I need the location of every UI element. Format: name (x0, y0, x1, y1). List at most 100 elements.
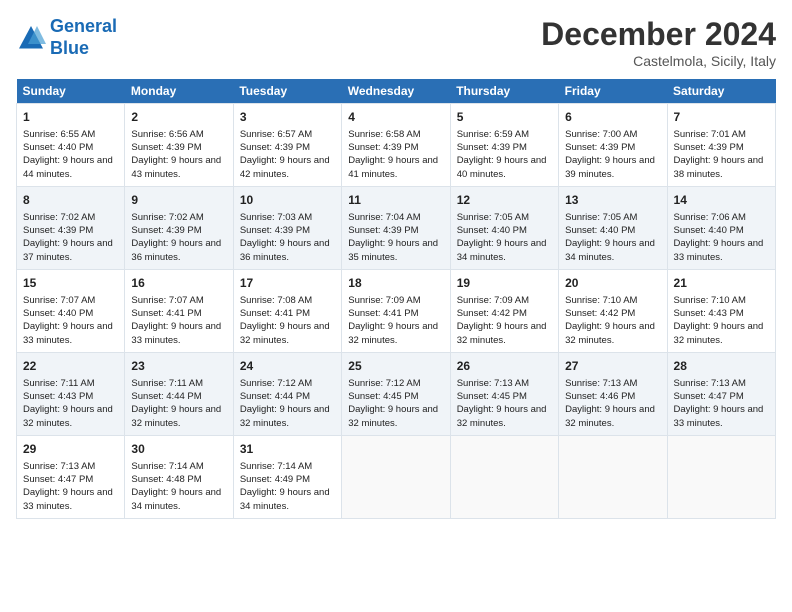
daylight-text: Daylight: 9 hours and 44 minutes. (23, 155, 113, 179)
calendar-cell: 26Sunrise: 7:13 AMSunset: 4:45 PMDayligh… (450, 352, 558, 435)
sunrise-text: Sunrise: 7:05 AM (457, 212, 529, 223)
daylight-text: Daylight: 9 hours and 32 minutes. (240, 321, 330, 345)
sunset-text: Sunset: 4:39 PM (23, 225, 93, 236)
calendar-cell (667, 435, 775, 518)
sunrise-text: Sunrise: 7:06 AM (674, 212, 746, 223)
sunset-text: Sunset: 4:45 PM (348, 391, 418, 402)
calendar-cell: 22Sunrise: 7:11 AMSunset: 4:43 PMDayligh… (17, 352, 125, 435)
daylight-text: Daylight: 9 hours and 40 minutes. (457, 155, 547, 179)
week-row-2: 8 Sunrise: 7:02 AM Sunset: 4:39 PM Daylight… (17, 186, 776, 269)
week-row-3: 15Sunrise: 7:07 AMSunset: 4:40 PMDayligh… (17, 269, 776, 352)
sunset-text: Sunset: 4:40 PM (23, 142, 93, 153)
sunrise-text: Sunrise: 7:10 AM (565, 295, 637, 306)
daylight-text: Daylight: 9 hours and 32 minutes. (565, 404, 655, 428)
sunrise-text: Sunrise: 7:02 AM (131, 212, 203, 223)
daylight-text: Daylight: 9 hours and 37 minutes. (23, 238, 113, 262)
day-number: 27 (565, 358, 660, 375)
sunset-text: Sunset: 4:43 PM (23, 391, 93, 402)
day-number: 5 (457, 109, 552, 126)
calendar-cell: 17Sunrise: 7:08 AMSunset: 4:41 PMDayligh… (233, 269, 341, 352)
sunset-text: Sunset: 4:44 PM (240, 391, 310, 402)
daylight-text: Daylight: 9 hours and 33 minutes. (23, 487, 113, 511)
sunrise-text: Sunrise: 7:13 AM (674, 378, 746, 389)
day-number: 30 (131, 441, 226, 458)
daylight-text: Daylight: 9 hours and 36 minutes. (131, 238, 221, 262)
calendar-cell: 10Sunrise: 7:03 AMSunset: 4:39 PMDayligh… (233, 186, 341, 269)
day-number: 17 (240, 275, 335, 292)
day-number: 8 (23, 192, 118, 209)
calendar-cell: 27Sunrise: 7:13 AMSunset: 4:46 PMDayligh… (559, 352, 667, 435)
day-number: 12 (457, 192, 552, 209)
daylight-text: Daylight: 9 hours and 34 minutes. (240, 487, 330, 511)
day-number: 19 (457, 275, 552, 292)
sunset-text: Sunset: 4:43 PM (674, 308, 744, 319)
calendar-cell: 13Sunrise: 7:05 AMSunset: 4:40 PMDayligh… (559, 186, 667, 269)
day-number: 2 (131, 109, 226, 126)
sunset-text: Sunset: 4:39 PM (131, 142, 201, 153)
calendar-cell: 24Sunrise: 7:12 AMSunset: 4:44 PMDayligh… (233, 352, 341, 435)
calendar-cell: 7Sunrise: 7:01 AMSunset: 4:39 PMDaylight… (667, 104, 775, 187)
calendar-cell: 8Sunrise: 7:02 AMSunset: 4:39 PMDaylight… (17, 186, 125, 269)
sunrise-text: Sunrise: 6:59 AM (457, 129, 529, 140)
daylight-text: Daylight: 9 hours and 34 minutes. (565, 238, 655, 262)
sunrise-text: Sunrise: 7:12 AM (240, 378, 312, 389)
day-number: 6 (565, 109, 660, 126)
sunset-text: Sunset: 4:47 PM (674, 391, 744, 402)
daylight-text: Daylight: 9 hours and 32 minutes. (131, 404, 221, 428)
logo-icon (16, 23, 46, 53)
calendar-cell: 30Sunrise: 7:14 AMSunset: 4:48 PMDayligh… (125, 435, 233, 518)
header: General Blue December 2024 Castelmola, S… (16, 16, 776, 69)
daylight-text: Daylight: 9 hours and 32 minutes. (457, 321, 547, 345)
sunrise-text: Sunrise: 7:11 AM (23, 378, 95, 389)
calendar-cell: 1 Sunrise: 6:55 AM Sunset: 4:40 PM Daylight… (17, 104, 125, 187)
week-row-1: 1 Sunrise: 6:55 AM Sunset: 4:40 PM Daylight… (17, 104, 776, 187)
sunset-text: Sunset: 4:47 PM (23, 474, 93, 485)
sunrise-text: Sunrise: 7:01 AM (674, 129, 746, 140)
calendar-cell: 29Sunrise: 7:13 AMSunset: 4:47 PMDayligh… (17, 435, 125, 518)
daylight-text: Daylight: 9 hours and 33 minutes. (131, 321, 221, 345)
calendar-cell: 19Sunrise: 7:09 AMSunset: 4:42 PMDayligh… (450, 269, 558, 352)
calendar-cell: 16Sunrise: 7:07 AMSunset: 4:41 PMDayligh… (125, 269, 233, 352)
day-number: 1 (23, 109, 118, 126)
sunset-text: Sunset: 4:39 PM (565, 142, 635, 153)
day-number: 29 (23, 441, 118, 458)
calendar-cell: 4Sunrise: 6:58 AMSunset: 4:39 PMDaylight… (342, 104, 450, 187)
day-number: 16 (131, 275, 226, 292)
daylight-text: Daylight: 9 hours and 36 minutes. (240, 238, 330, 262)
day-number: 22 (23, 358, 118, 375)
title-block: December 2024 Castelmola, Sicily, Italy (541, 16, 776, 69)
sunrise-text: Sunrise: 7:00 AM (565, 129, 637, 140)
sunset-text: Sunset: 4:40 PM (23, 308, 93, 319)
calendar-cell: 9Sunrise: 7:02 AMSunset: 4:39 PMDaylight… (125, 186, 233, 269)
calendar-cell: 31Sunrise: 7:14 AMSunset: 4:49 PMDayligh… (233, 435, 341, 518)
day-number: 25 (348, 358, 443, 375)
sunrise-text: Sunrise: 6:55 AM (23, 129, 95, 140)
sunrise-text: Sunrise: 7:09 AM (348, 295, 420, 306)
weekday-header-monday: Monday (125, 79, 233, 104)
daylight-text: Daylight: 9 hours and 34 minutes. (131, 487, 221, 511)
sunrise-text: Sunrise: 7:14 AM (240, 461, 312, 472)
sunset-text: Sunset: 4:40 PM (674, 225, 744, 236)
calendar-cell: 5Sunrise: 6:59 AMSunset: 4:39 PMDaylight… (450, 104, 558, 187)
daylight-text: Daylight: 9 hours and 43 minutes. (131, 155, 221, 179)
logo-line2: Blue (50, 38, 89, 58)
weekday-header-thursday: Thursday (450, 79, 558, 104)
sunset-text: Sunset: 4:41 PM (131, 308, 201, 319)
calendar-cell: 20Sunrise: 7:10 AMSunset: 4:42 PMDayligh… (559, 269, 667, 352)
sunrise-text: Sunrise: 7:13 AM (565, 378, 637, 389)
sunset-text: Sunset: 4:42 PM (565, 308, 635, 319)
weekday-header-wednesday: Wednesday (342, 79, 450, 104)
day-number: 4 (348, 109, 443, 126)
calendar-cell: 28Sunrise: 7:13 AMSunset: 4:47 PMDayligh… (667, 352, 775, 435)
sunrise-text: Sunrise: 6:57 AM (240, 129, 312, 140)
calendar-cell: 2Sunrise: 6:56 AMSunset: 4:39 PMDaylight… (125, 104, 233, 187)
daylight-text: Daylight: 9 hours and 32 minutes. (348, 321, 438, 345)
sunrise-text: Sunrise: 7:04 AM (348, 212, 420, 223)
day-number: 13 (565, 192, 660, 209)
daylight-text: Daylight: 9 hours and 42 minutes. (240, 155, 330, 179)
daylight-text: Daylight: 9 hours and 32 minutes. (348, 404, 438, 428)
day-number: 26 (457, 358, 552, 375)
day-number: 18 (348, 275, 443, 292)
calendar-cell: 18Sunrise: 7:09 AMSunset: 4:41 PMDayligh… (342, 269, 450, 352)
daylight-text: Daylight: 9 hours and 32 minutes. (457, 404, 547, 428)
